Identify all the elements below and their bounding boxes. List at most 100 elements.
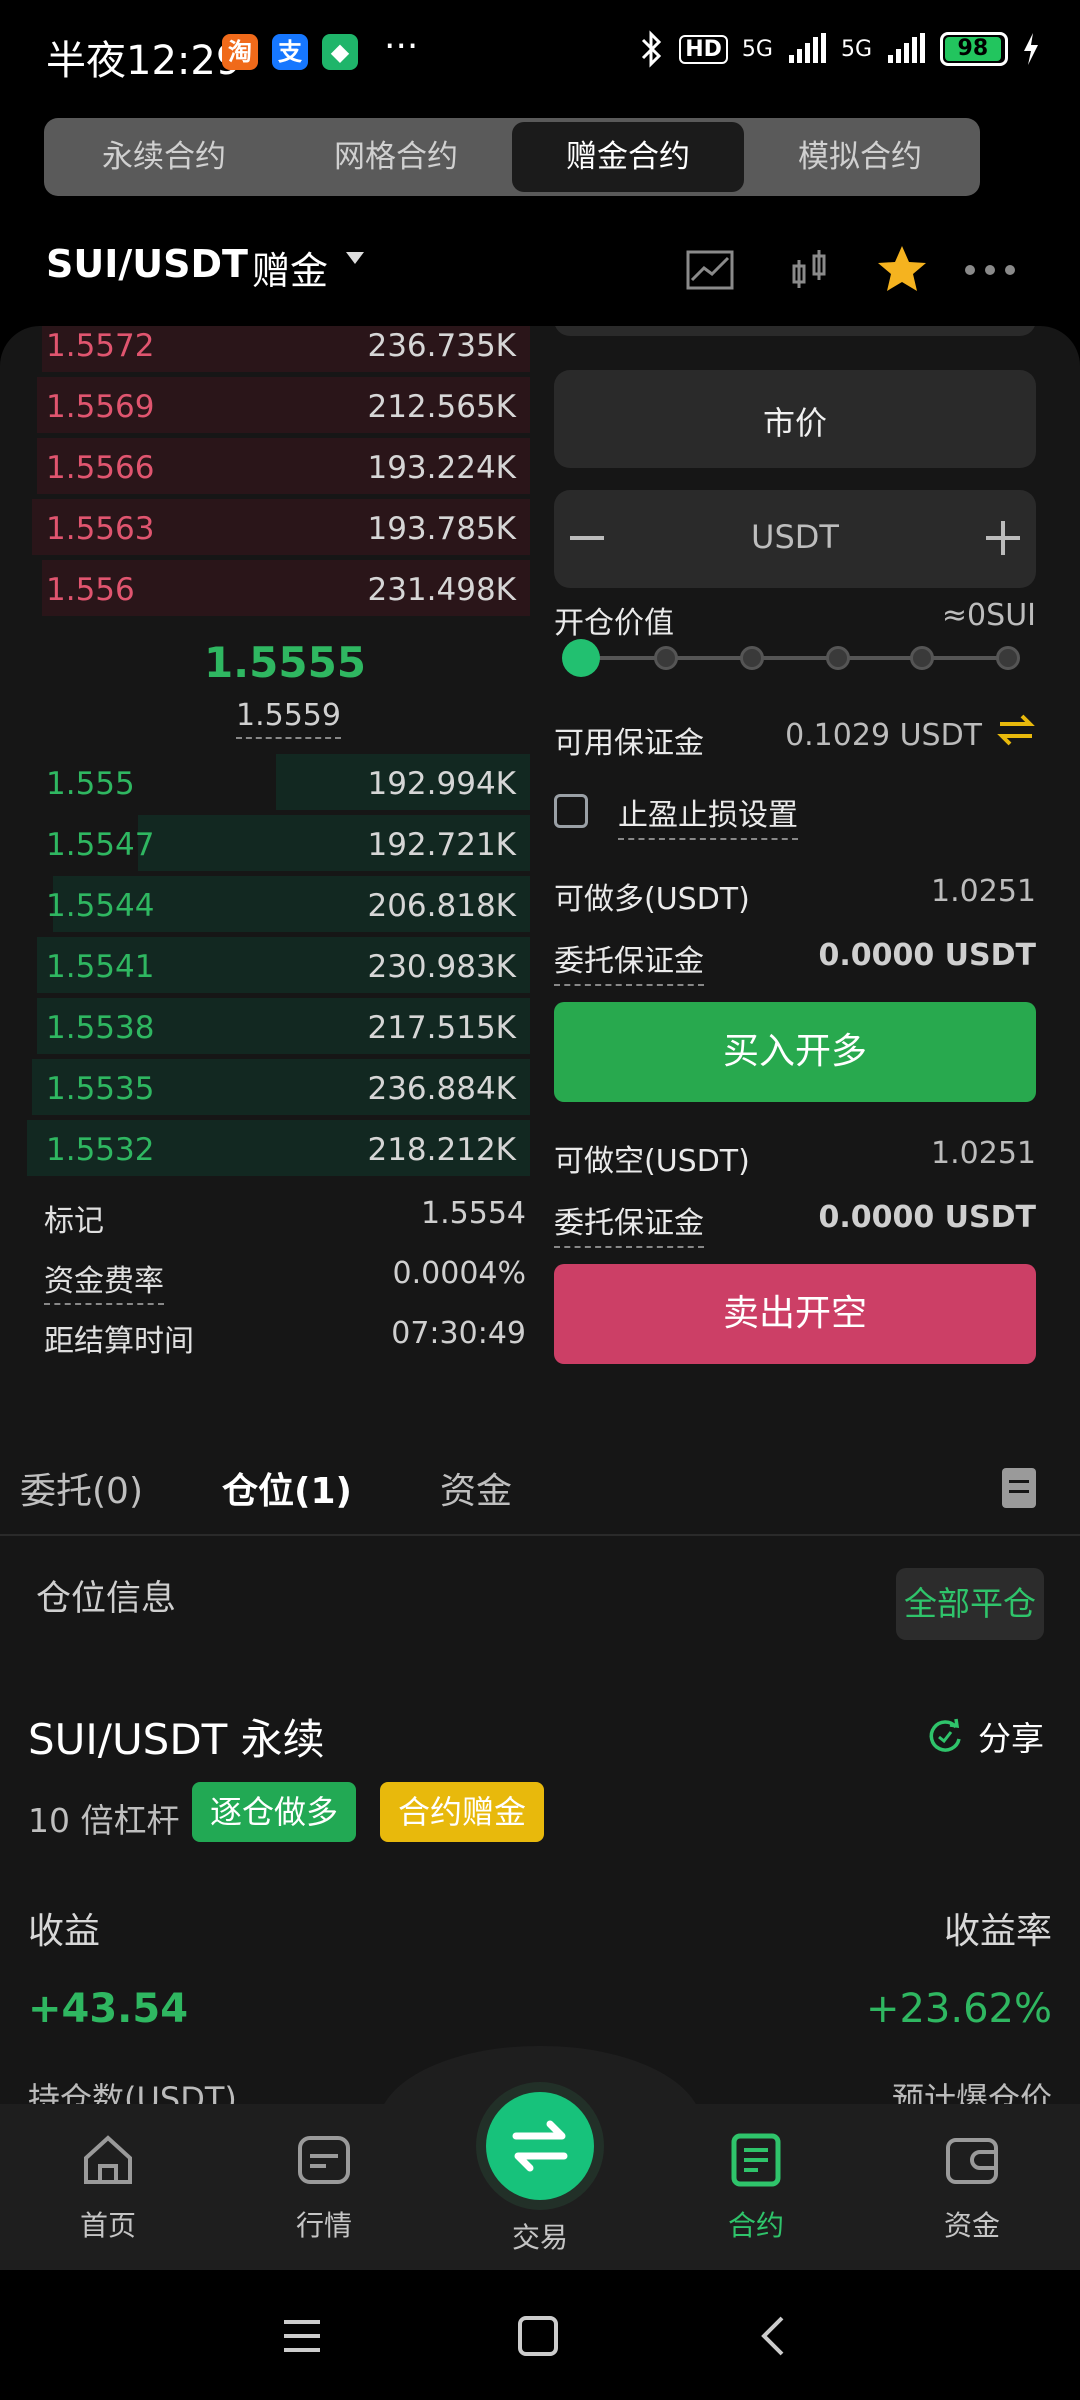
bid-row[interactable]: 1.5535 236.884K [0, 1057, 530, 1117]
ask-qty: 193.785K [367, 511, 516, 547]
bid-price: 1.5547 [46, 827, 155, 863]
tab-demo[interactable]: 模拟合约 [744, 122, 976, 192]
mark-value: 1.5554 [421, 1196, 526, 1231]
bid-row[interactable]: 1.5538 217.515K [0, 996, 530, 1056]
nav-market-label: 行情 [295, 2209, 352, 2242]
order-margin-label-short[interactable]: 委托保证金 [554, 1198, 704, 1248]
nav-market[interactable]: 行情 [244, 2130, 404, 2244]
tab-positions[interactable]: 仓位(1) [222, 1462, 352, 1514]
bid-row[interactable]: 1.5547 192.721K [0, 813, 530, 873]
chevron-down-icon[interactable] [346, 252, 364, 264]
position-pair[interactable]: SUI/USDT 永续 [28, 1706, 325, 1767]
nav-wallet-label: 资金 [943, 2209, 1000, 2242]
funding-label[interactable]: 资金费率 [44, 1264, 164, 1305]
amount-input[interactable]: USDT [554, 490, 1036, 588]
tab-funds[interactable]: 资金 [440, 1462, 512, 1514]
order-margin-short: 0.0000 USDT [818, 1200, 1036, 1235]
mark-price[interactable]: 1.5559 [236, 698, 341, 739]
nav-trade-button[interactable] [486, 2092, 594, 2200]
bid-qty: 206.818K [367, 888, 516, 924]
position-leverage: 10 倍杠杆 [28, 1801, 180, 1840]
alipay-icon: 支 [272, 34, 308, 70]
tpsl-checkbox[interactable] [554, 794, 588, 828]
ask-price: 1.5566 [46, 450, 155, 486]
share-label: 分享 [978, 1719, 1044, 1758]
ask-row[interactable]: 1.5569 212.565K [0, 375, 530, 435]
bid-qty: 192.721K [367, 827, 516, 863]
system-nav-bar [0, 2270, 1080, 2400]
nav-home[interactable]: 首页 [28, 2130, 188, 2244]
bid-qty: 230.983K [367, 949, 516, 985]
swap-icon [512, 2120, 568, 2172]
ask-row[interactable]: 1.556 231.498K [0, 558, 530, 618]
nav-contract[interactable]: 合约 [676, 2130, 836, 2244]
settle-row: 距结算时间 07:30:49 [44, 1316, 526, 1360]
signal-icon-2 [888, 33, 925, 63]
pnl-label: 收益 [28, 1911, 101, 1952]
pair-header: SUI/USDT 赠金 [0, 230, 1080, 310]
ask-price: 1.556 [46, 572, 135, 608]
long-max-value: 1.0251 [931, 874, 1036, 909]
slider-step[interactable] [996, 646, 1020, 670]
home-icon [84, 2135, 132, 2184]
tab-orders[interactable]: 委托(0) [20, 1462, 143, 1514]
sell-short-button[interactable]: 卖出开空 [554, 1264, 1036, 1364]
order-type-select[interactable]: 市价 [554, 370, 1036, 468]
nav-wallet[interactable]: 资金 [892, 2130, 1052, 2244]
bid-qty: 192.994K [367, 766, 516, 802]
bid-row[interactable]: 1.555 192.994K [0, 752, 530, 812]
mark-row: 标记 1.5554 [44, 1196, 526, 1240]
candlestick-icon[interactable] [780, 240, 840, 300]
slider-step[interactable] [826, 646, 850, 670]
back-icon[interactable] [752, 2314, 796, 2358]
bid-qty: 218.212K [367, 1132, 516, 1168]
bid-qty: 236.884K [367, 1071, 516, 1107]
roe-value: +23.62% [865, 1986, 1052, 2032]
bid-price: 1.5544 [46, 888, 155, 924]
plus-icon[interactable] [986, 521, 1020, 555]
tab-bonus[interactable]: 赠金合约 [512, 122, 744, 192]
market-icon [298, 2136, 350, 2184]
slider-step[interactable] [740, 646, 764, 670]
ask-row[interactable]: 1.5572 236.735K [0, 326, 530, 374]
favorite-star-icon[interactable] [872, 240, 932, 300]
bid-row[interactable]: 1.5544 206.818K [0, 874, 530, 934]
tab-grid[interactable]: 网格合约 [280, 122, 512, 192]
status-bar: 半夜12:29 淘 支 ◆ ··· HD 5G 5G 98 [0, 0, 1080, 110]
slider-knob[interactable] [562, 639, 600, 677]
ask-qty: 212.565K [367, 389, 516, 425]
bid-price: 1.5538 [46, 1010, 155, 1046]
document-icon[interactable] [1002, 1468, 1036, 1508]
ask-row[interactable]: 1.5566 193.224K [0, 436, 530, 496]
bid-row[interactable]: 1.5532 218.212K [0, 1118, 530, 1178]
bid-price: 1.5535 [46, 1071, 155, 1107]
line-chart-icon[interactable] [680, 240, 740, 300]
order-margin-label-long[interactable]: 委托保证金 [554, 936, 704, 986]
buy-long-button[interactable]: 买入开多 [554, 1002, 1036, 1102]
shield-app-icon: ◆ [322, 34, 358, 70]
menu-icon[interactable] [280, 2314, 324, 2358]
hd-badge: HD [679, 34, 728, 64]
leverage-slider-track[interactable] [580, 656, 1010, 660]
signal-icon [788, 33, 826, 63]
close-all-button[interactable]: 全部平仓 [896, 1568, 1044, 1640]
order-field-partial[interactable] [554, 326, 1036, 336]
bid-row[interactable]: 1.5541 230.983K [0, 935, 530, 995]
open-value-label: 开仓价值 [554, 606, 674, 641]
home-square-icon[interactable] [516, 2314, 560, 2358]
amount-unit: USDT [751, 518, 839, 556]
network-label-2: 5G [840, 36, 872, 62]
tpsl-label[interactable]: 止盈止损设置 [618, 790, 798, 840]
slider-step[interactable] [910, 646, 934, 670]
more-options-icon[interactable] [960, 240, 1020, 300]
tab-perpetual[interactable]: 永续合约 [48, 122, 280, 192]
short-max-label: 可做空(USDT) [554, 1144, 750, 1179]
ask-row[interactable]: 1.5563 193.785K [0, 497, 530, 557]
nav-trade-label[interactable]: 交易 [460, 2216, 620, 2256]
pair-tag[interactable]: 赠金 [252, 240, 328, 295]
slider-step[interactable] [654, 646, 678, 670]
short-max-value: 1.0251 [931, 1136, 1036, 1171]
pair-name[interactable]: SUI/USDT [46, 242, 248, 286]
share-button[interactable]: 分享 [926, 1712, 1044, 1760]
transfer-icon[interactable] [996, 710, 1036, 750]
